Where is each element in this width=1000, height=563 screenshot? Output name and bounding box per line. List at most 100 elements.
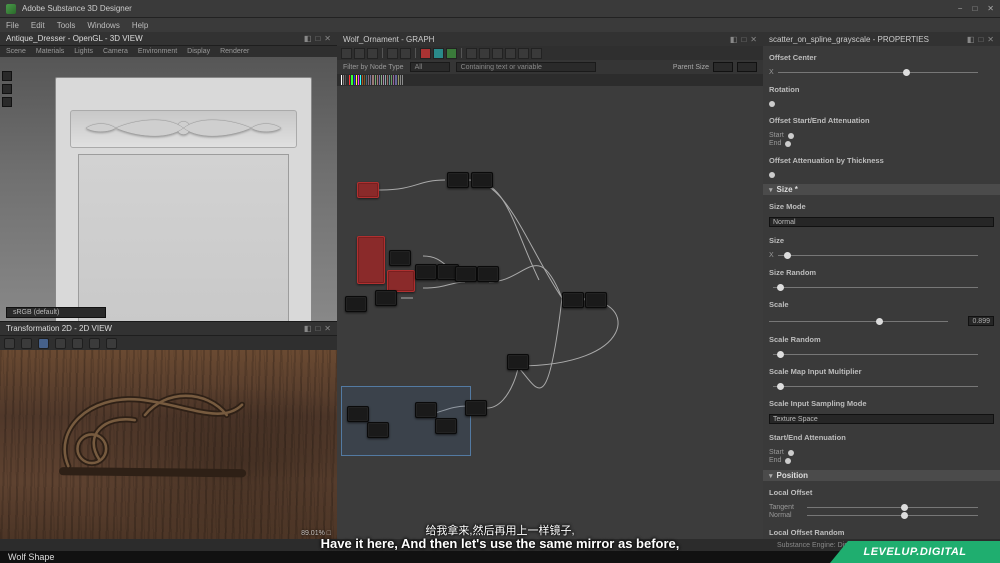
- minimize-button[interactable]: −: [958, 4, 963, 13]
- swatch-6[interactable]: [354, 75, 355, 85]
- tb2d-btn-5[interactable]: [72, 338, 83, 349]
- vp-tool-3[interactable]: [2, 97, 12, 107]
- node-s2[interactable]: [367, 422, 389, 438]
- node-mid[interactable]: [507, 354, 529, 370]
- vp-tool-2[interactable]: [2, 84, 12, 94]
- swatch-16[interactable]: [375, 75, 376, 85]
- viewport-3d[interactable]: sRGB (default): [0, 57, 337, 322]
- gtb-2[interactable]: [354, 48, 365, 59]
- swatch-8[interactable]: [358, 75, 359, 85]
- swatch-9[interactable]: [360, 75, 361, 85]
- node-out[interactable]: [585, 292, 607, 308]
- property-slider[interactable]: [773, 351, 994, 358]
- panel-2d-close-icon[interactable]: ✕: [324, 324, 331, 333]
- swatch-14[interactable]: [370, 75, 371, 85]
- gtb-11[interactable]: [492, 48, 503, 59]
- gtb-cyan[interactable]: [433, 48, 444, 59]
- prop-value[interactable]: 0.899: [968, 316, 994, 326]
- node-pin[interactable]: [387, 270, 415, 292]
- node-s3[interactable]: [415, 402, 437, 418]
- tab-materials[interactable]: Materials: [36, 48, 64, 55]
- tab-camera[interactable]: Camera: [103, 48, 128, 55]
- gtb-4[interactable]: [387, 48, 398, 59]
- swatch-7[interactable]: [356, 75, 357, 85]
- panel-close-icon[interactable]: ✕: [324, 34, 331, 43]
- menu-file[interactable]: File: [6, 21, 19, 30]
- close-button[interactable]: ✕: [987, 4, 994, 13]
- property-slider[interactable]: [778, 252, 994, 259]
- tb2d-btn-2[interactable]: [21, 338, 32, 349]
- gtb-10[interactable]: [479, 48, 490, 59]
- panel-2d-max-icon[interactable]: □: [315, 324, 320, 333]
- node-s4[interactable]: [435, 418, 457, 434]
- graph-dock-icon[interactable]: ◧: [730, 35, 738, 44]
- swatch-4[interactable]: [349, 75, 350, 85]
- property-slider[interactable]: [807, 504, 994, 511]
- node-8[interactable]: [375, 290, 397, 306]
- swatch-13[interactable]: [368, 75, 369, 85]
- tab-scene[interactable]: Scene: [6, 48, 26, 55]
- swatch-11[interactable]: [364, 75, 365, 85]
- node-6[interactable]: [455, 266, 477, 282]
- swatch-26[interactable]: [395, 75, 396, 85]
- swatch-12[interactable]: [366, 75, 367, 85]
- gtb-5[interactable]: [400, 48, 411, 59]
- property-slider[interactable]: [778, 69, 994, 76]
- node-7[interactable]: [477, 266, 499, 282]
- swatch-23[interactable]: [389, 75, 390, 85]
- property-slider[interactable]: [773, 383, 994, 390]
- swatch-2[interactable]: [345, 75, 346, 85]
- panel-max-icon[interactable]: □: [315, 34, 320, 43]
- maximize-button[interactable]: □: [972, 4, 977, 13]
- tb2d-btn-4[interactable]: [55, 338, 66, 349]
- prop-dropdown[interactable]: Texture Space: [769, 414, 994, 424]
- swatch-28[interactable]: [400, 75, 401, 85]
- gtb-14[interactable]: [531, 48, 542, 59]
- swatch-5[interactable]: [351, 75, 352, 85]
- menu-help[interactable]: Help: [132, 21, 148, 30]
- properties-body[interactable]: Offset CenterXRotationOffset Start/End A…: [763, 46, 1000, 539]
- swatch-1[interactable]: [343, 75, 344, 85]
- node-3[interactable]: [389, 250, 411, 266]
- prop-toggle[interactable]: [769, 101, 775, 107]
- menu-tools[interactable]: Tools: [57, 21, 76, 30]
- swatch-25[interactable]: [393, 75, 394, 85]
- parent-size-w[interactable]: [713, 62, 733, 72]
- prop-dropdown[interactable]: Normal: [769, 217, 994, 227]
- tb2d-btn-7[interactable]: [106, 338, 117, 349]
- swatch-3[interactable]: [347, 75, 348, 85]
- gtb-9[interactable]: [466, 48, 477, 59]
- prop-section[interactable]: Size *: [763, 184, 1000, 195]
- gtb-1[interactable]: [341, 48, 352, 59]
- node-input-a[interactable]: [357, 182, 379, 198]
- swatch-0[interactable]: [341, 75, 342, 85]
- swatch-10[interactable]: [362, 75, 363, 85]
- node-input-b[interactable]: [345, 296, 367, 312]
- tab-display[interactable]: Display: [187, 48, 210, 55]
- menu-edit[interactable]: Edit: [31, 21, 45, 30]
- filter-text-input[interactable]: Containing text or variable: [456, 62, 596, 72]
- prop-close-icon[interactable]: ✕: [987, 35, 994, 44]
- swatch-20[interactable]: [383, 75, 384, 85]
- gtb-grn[interactable]: [446, 48, 457, 59]
- viewport-2d[interactable]: 89.01% □: [0, 350, 337, 539]
- vp-tool-1[interactable]: [2, 71, 12, 81]
- swatch-15[interactable]: [372, 75, 373, 85]
- tab-lights[interactable]: Lights: [74, 48, 93, 55]
- swatch-24[interactable]: [391, 75, 392, 85]
- node-2[interactable]: [471, 172, 493, 188]
- swatch-18[interactable]: [379, 75, 380, 85]
- property-slider[interactable]: [769, 318, 964, 325]
- gtb-3[interactable]: [367, 48, 378, 59]
- parent-size-h[interactable]: [737, 62, 757, 72]
- gtb-red[interactable]: [420, 48, 431, 59]
- prop-toggle[interactable]: [769, 172, 775, 178]
- property-slider[interactable]: [773, 284, 994, 291]
- gtb-13[interactable]: [518, 48, 529, 59]
- swatch-21[interactable]: [385, 75, 386, 85]
- node-s5[interactable]: [465, 400, 487, 416]
- tb2d-btn-3[interactable]: [38, 338, 49, 349]
- swatch-27[interactable]: [398, 75, 399, 85]
- swatch-17[interactable]: [377, 75, 378, 85]
- node-s1[interactable]: [347, 406, 369, 422]
